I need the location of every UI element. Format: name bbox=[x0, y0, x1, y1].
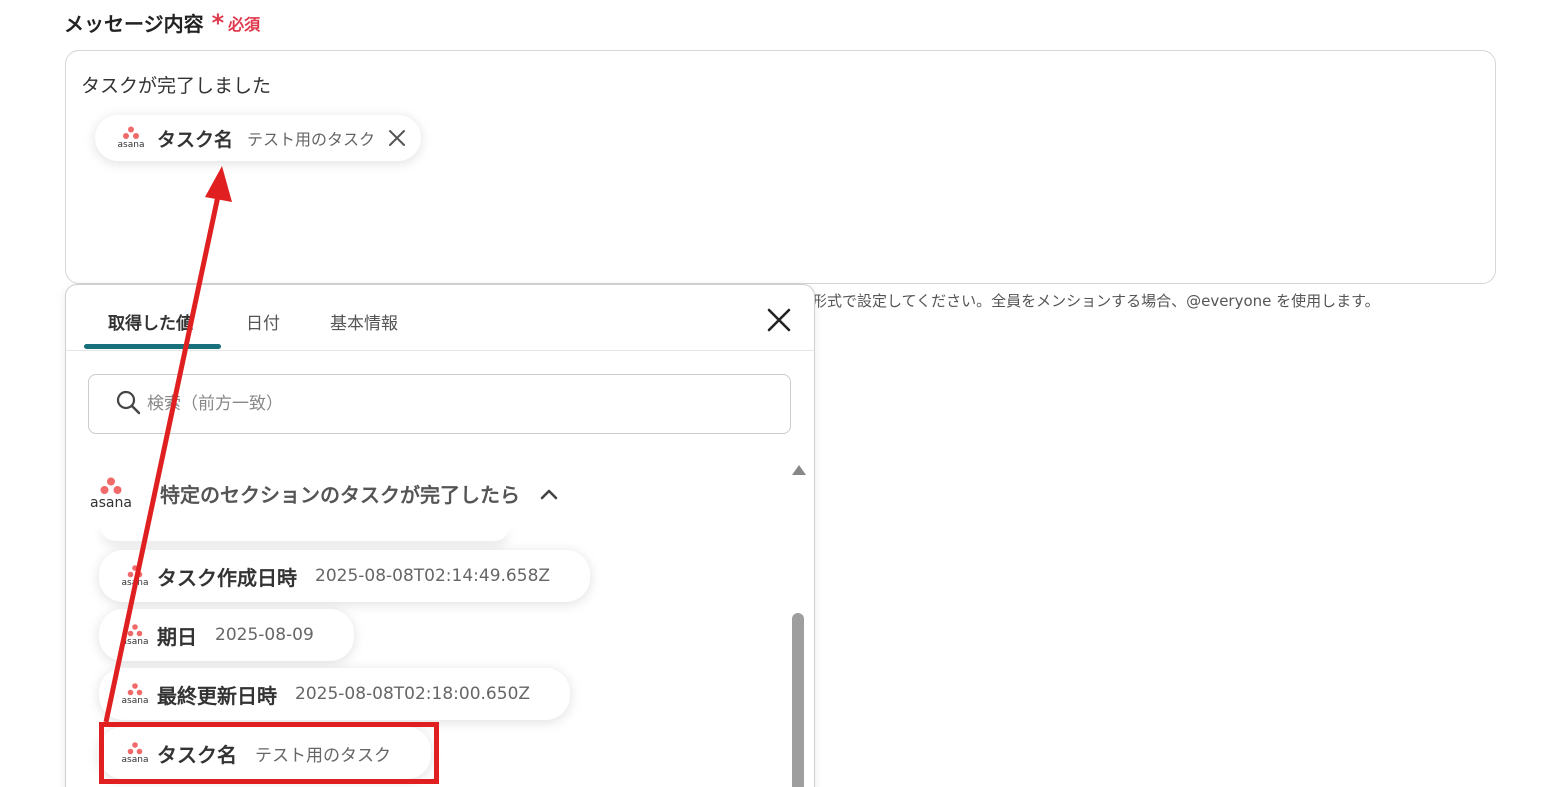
list-item[interactable]: asana 最終更新日時 2025-08-08T02:18:00.650Z bbox=[99, 668, 571, 720]
scroll-up-arrow-icon[interactable] bbox=[792, 465, 806, 475]
list-item[interactable]: asana タスク作成日時 2025-08-08T02:14:49.658Z bbox=[99, 550, 591, 602]
variable-chip[interactable]: asana タスク名 テスト用のタスク bbox=[95, 115, 422, 161]
required-mark: * bbox=[211, 8, 225, 37]
asana-logo-icon: asana bbox=[119, 682, 151, 706]
item-name: 最終更新日時 bbox=[157, 683, 277, 708]
section-title: 特定のセクションのタスクが完了したら bbox=[160, 483, 520, 507]
item-value: 2025-08-08T02:14:49.658Z bbox=[315, 566, 551, 586]
chip-remove-icon[interactable] bbox=[387, 128, 407, 148]
message-text: タスクが完了しました bbox=[81, 75, 272, 97]
field-label: メッセージ内容 * 必須 bbox=[64, 8, 260, 37]
asana-logo-text: asana bbox=[121, 695, 149, 706]
search-input[interactable] bbox=[147, 394, 747, 414]
asana-logo-icon: asana bbox=[119, 564, 151, 588]
scroll-thumb[interactable] bbox=[792, 613, 804, 787]
chip-value: テスト用のタスク bbox=[247, 130, 376, 149]
item-value: 2025-08-09 bbox=[215, 625, 314, 645]
tab-basic-info[interactable]: 基本情報 bbox=[330, 309, 398, 334]
annotation-highlight-box bbox=[99, 722, 439, 784]
list-item[interactable]: asana 期日 2025-08-09 bbox=[99, 609, 354, 661]
field-label-text: メッセージ内容 bbox=[64, 12, 204, 36]
list-item-partial bbox=[100, 525, 510, 541]
field-hint: 形式で設定してください。全員をメンションする場合、@everyone を使用しま… bbox=[812, 292, 1380, 310]
scrollbar[interactable] bbox=[788, 461, 806, 787]
tab-date[interactable]: 日付 bbox=[246, 309, 280, 334]
asana-logo-text: asana bbox=[117, 140, 145, 150]
search-icon bbox=[115, 389, 141, 419]
value-picker-panel: 取得した値 日付 基本情報 asana 特定のセクションのタスクが完了したら bbox=[65, 284, 815, 787]
item-name: 期日 bbox=[157, 624, 197, 649]
section-header[interactable]: asana 特定のセクションのタスクが完了したら bbox=[88, 477, 558, 510]
asana-logo-icon: asana bbox=[88, 477, 134, 510]
asana-logo-icon: asana bbox=[119, 623, 151, 647]
tab-retrieved-values[interactable]: 取得した値 bbox=[108, 309, 193, 334]
tab-bar: 取得した値 日付 基本情報 bbox=[66, 285, 814, 351]
close-icon[interactable] bbox=[766, 307, 792, 337]
search-box[interactable] bbox=[88, 374, 791, 434]
active-tab-indicator bbox=[84, 344, 221, 349]
item-value: 2025-08-08T02:18:00.650Z bbox=[295, 684, 531, 704]
chevron-up-icon[interactable] bbox=[540, 488, 558, 500]
message-textarea[interactable]: タスクが完了しました asana タスク名 テスト用のタスク bbox=[65, 50, 1496, 284]
item-name: タスク作成日時 bbox=[157, 565, 297, 590]
required-text: 必須 bbox=[228, 14, 261, 34]
asana-logo-text: asana bbox=[90, 495, 132, 511]
asana-logo-text: asana bbox=[121, 636, 149, 647]
asana-logo-icon: asana bbox=[115, 126, 147, 150]
chip-name: タスク名 bbox=[157, 128, 234, 151]
asana-logo-text: asana bbox=[121, 577, 149, 588]
